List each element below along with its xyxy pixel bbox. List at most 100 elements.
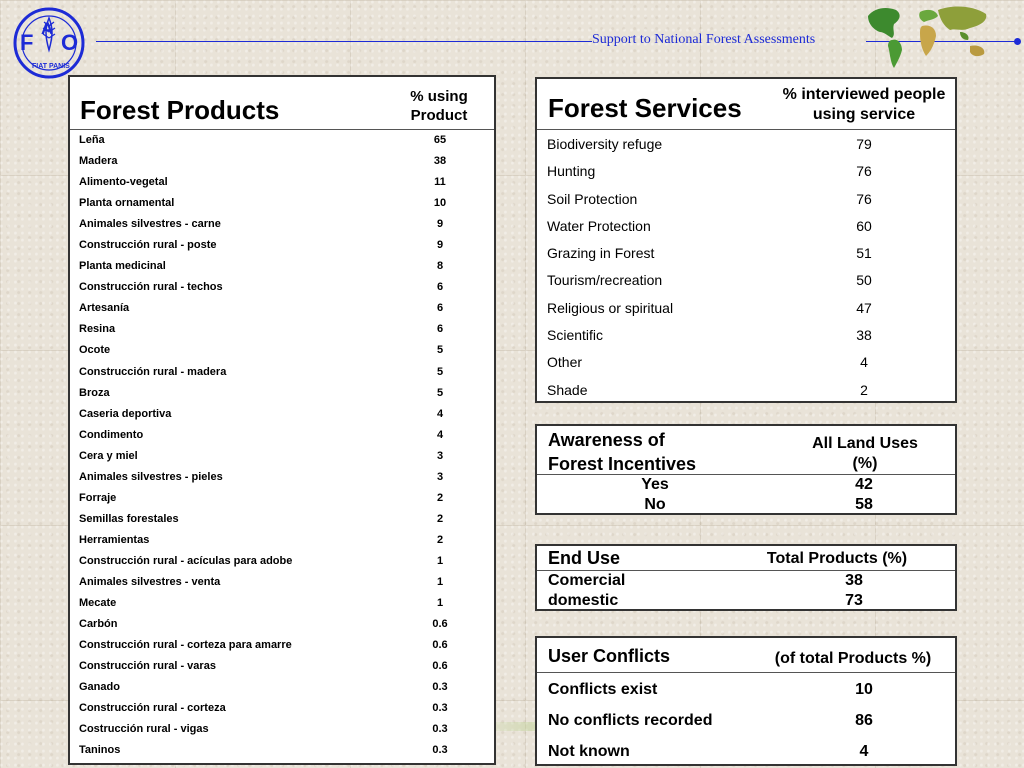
forest-product-row-label: Broza xyxy=(79,386,110,399)
awareness-row-value: 58 xyxy=(855,496,873,513)
forest-product-row: Animales silvestres - venta 1 xyxy=(70,572,494,593)
forest-product-row: Animales silvestres - carne 9 xyxy=(70,214,494,235)
awareness-rows: Yes 42 No 58 xyxy=(537,475,955,515)
forest-product-row-label: Costrucción rural - vigas xyxy=(79,723,209,736)
forest-service-row-label: Religious or spiritual xyxy=(547,299,674,316)
forest-service-row-value: 4 xyxy=(860,354,868,371)
forest-product-row-value: 2 xyxy=(436,491,444,504)
forest-service-row-label: Water Protection xyxy=(547,217,651,234)
forest-product-row: Mecate 1 xyxy=(70,593,494,614)
awareness-row-label: Yes xyxy=(641,476,669,493)
end-use-column-header: Total Products (%) xyxy=(766,550,908,567)
forest-product-row: Madera 38 xyxy=(70,151,494,172)
forest-product-row-label: Leña xyxy=(79,134,105,146)
forest-service-row: Tourism/recreation 50 xyxy=(537,266,955,293)
forest-product-row-value: 9 xyxy=(436,239,444,252)
user-conflict-row-label: No conflicts recorded xyxy=(548,712,713,729)
awareness-row-value: 42 xyxy=(855,476,873,493)
world-map-icon xyxy=(868,6,987,68)
forest-product-row-label: Ocote xyxy=(79,344,111,357)
forest-service-row-value: 79 xyxy=(856,136,872,152)
forest-service-row: Water Protection 60 xyxy=(537,212,955,239)
forest-service-row-label: Tourism/recreation xyxy=(547,272,663,289)
end-use-row: Comercial 38 xyxy=(537,571,955,591)
header-rule-left xyxy=(96,41,592,42)
forest-product-row-label: Caseria deportiva xyxy=(79,407,172,420)
fao-logo: F A O FIAT PANIS xyxy=(13,7,85,79)
forest-product-row: Ganado 0.3 xyxy=(70,677,494,698)
forest-services-header: Forest Services % interviewed people usi… xyxy=(537,79,955,130)
forest-product-row: Leña 65 xyxy=(70,130,494,151)
forest-services-table: Forest Services % interviewed people usi… xyxy=(535,77,957,403)
end-use-row-value: 73 xyxy=(845,592,863,609)
forest-product-row: Taninos 0.3 xyxy=(70,740,494,761)
forest-services-title: Forest Services xyxy=(548,93,742,123)
forest-product-row-label: Construcción rural - acículas para adobe xyxy=(79,554,293,567)
forest-services-rows: Biodiversity refuge 79 Hunting 76 Soil Prote… xyxy=(537,130,955,403)
forest-product-row-value: 6 xyxy=(436,281,444,294)
awareness-header: Awareness of Forest Incentives All Land … xyxy=(537,426,955,475)
forest-product-row-value: 1 xyxy=(436,554,444,567)
forest-product-row-value: 38 xyxy=(433,155,447,168)
end-use-title: End Use xyxy=(548,548,621,568)
forest-product-row: Animales silvestres - pieles 3 xyxy=(70,467,494,488)
forest-product-row-label: Construcción rural - varas xyxy=(79,660,216,673)
awareness-incentives-table: Awareness of Forest Incentives All Land … xyxy=(535,424,957,515)
forest-service-row-label: Biodiversity refuge xyxy=(547,136,663,152)
forest-product-row-value: 0.6 xyxy=(432,639,448,652)
forest-product-row: Construcción rural - madera 5 xyxy=(70,362,494,383)
user-conflicts-rows: Conflicts exist 10 No conflicts recorded 86… xyxy=(537,673,955,766)
user-conflict-row-label: Not known xyxy=(548,743,630,760)
user-conflict-row-value: 4 xyxy=(859,743,869,760)
user-conflict-row: No conflicts recorded 86 xyxy=(537,704,955,735)
forest-product-row-value: 4 xyxy=(436,428,444,441)
user-conflict-row-value: 10 xyxy=(855,681,873,698)
forest-product-row: Construcción rural - varas 0.6 xyxy=(70,656,494,677)
forest-product-row-label: Animales silvestres - carne xyxy=(79,218,221,231)
header-rule-dot xyxy=(1014,38,1021,45)
forest-product-row: Construcción rural - poste 9 xyxy=(70,235,494,256)
forest-service-row: Scientific 38 xyxy=(537,321,955,348)
awareness-column-header-line2: (%) xyxy=(852,455,878,472)
forest-service-row-value: 51 xyxy=(856,245,872,262)
svg-text:O: O xyxy=(61,30,78,55)
forest-product-row: Planta ornamental 10 xyxy=(70,193,494,214)
forest-product-row-label: Ganado xyxy=(79,681,120,694)
awareness-row: No 58 xyxy=(537,495,955,515)
forest-service-row-value: 38 xyxy=(856,327,872,344)
forest-product-row-value: 1 xyxy=(436,597,444,610)
user-conflict-row: Not known 4 xyxy=(537,735,955,766)
user-conflicts-title: User Conflicts xyxy=(548,646,671,666)
user-conflicts-header: User Conflicts (of total Products %) xyxy=(537,638,955,673)
awareness-title: Awareness of Forest Incentives xyxy=(548,428,696,476)
forest-product-row-value: 0.3 xyxy=(432,702,448,715)
forest-product-row-label: Construcción rural - corteza para amarre xyxy=(79,639,292,652)
forest-product-row-value: 0.6 xyxy=(432,660,448,673)
forest-product-row-value: 0.3 xyxy=(432,723,448,736)
forest-service-row-value: 50 xyxy=(856,272,872,289)
forest-product-row-label: Carbón xyxy=(79,618,118,631)
end-use-row-label: Comercial xyxy=(548,572,626,589)
forest-product-row-label: Madera xyxy=(79,155,118,168)
svg-text:A: A xyxy=(41,19,53,38)
forest-product-row-label: Planta ornamental xyxy=(79,197,175,210)
forest-product-row-value: 8 xyxy=(436,260,444,273)
forest-product-row: Resina 6 xyxy=(70,319,494,340)
forest-product-row-value: 0.3 xyxy=(432,681,448,694)
header-subtitle: Support to National Forest Assessments xyxy=(592,32,816,47)
forest-product-row-label: Mecate xyxy=(79,597,117,610)
forest-service-row-value: 76 xyxy=(856,163,872,180)
forest-product-row: Construcción rural - techos 6 xyxy=(70,277,494,298)
awareness-row: Yes 42 xyxy=(537,475,955,495)
forest-product-row: Forraje 2 xyxy=(70,488,494,509)
end-use-row-value: 38 xyxy=(845,572,863,589)
forest-products-table: Forest Products % using Product Leña 65 Ma… xyxy=(68,75,496,765)
forest-product-row: Caseria deportiva 4 xyxy=(70,404,494,425)
forest-product-row-value: 3 xyxy=(436,449,444,462)
forest-product-row: Cera y miel 3 xyxy=(70,446,494,467)
forest-product-row-label: Construcción rural - techos xyxy=(79,281,223,294)
forest-product-row-value: 11 xyxy=(434,176,446,189)
forest-product-row-label: Animales silvestres - venta xyxy=(79,575,221,588)
forest-service-row-value: 2 xyxy=(860,381,868,398)
forest-product-row: Alimento-vegetal 11 xyxy=(70,172,494,193)
